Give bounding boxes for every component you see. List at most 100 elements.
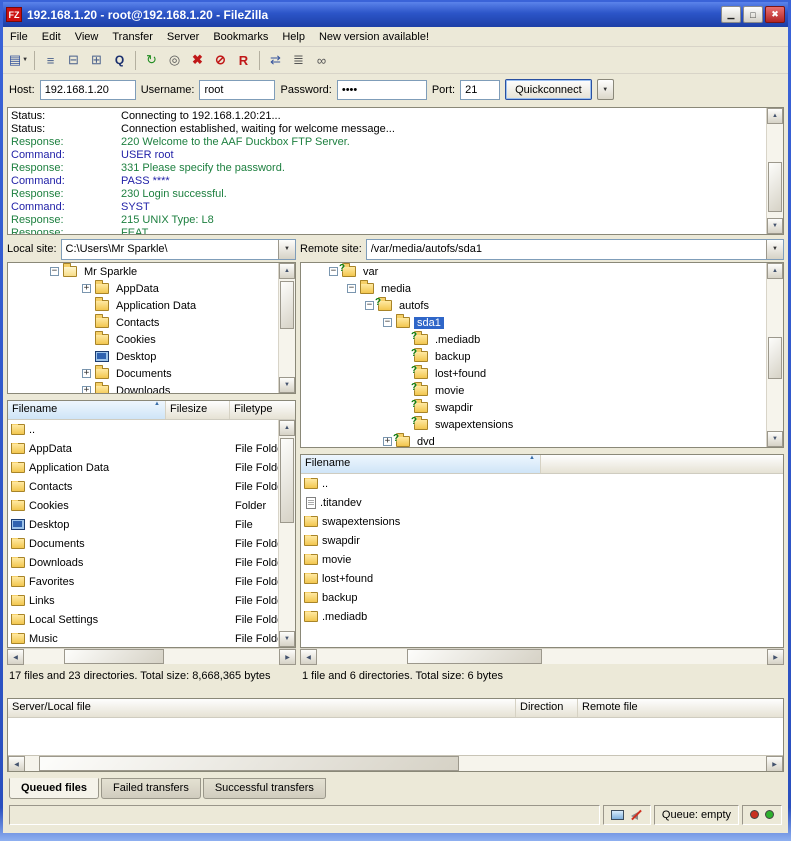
tree-item-desktop[interactable]: Desktop [8,348,295,365]
file-row[interactable]: .titandev [301,493,783,512]
file-row[interactable]: AppDataFile Folder [8,439,295,458]
scroll-up-icon[interactable] [767,263,783,279]
queue-body[interactable] [8,718,783,756]
file-row[interactable]: DesktopFile [8,515,295,534]
column-header-server-local-file[interactable]: Server/Local file [8,699,516,717]
scrollbar-thumb[interactable] [768,162,782,212]
menu-server[interactable]: Server [160,29,206,45]
column-header-filetype[interactable]: Filetype [230,401,296,419]
file-row[interactable]: Local SettingsFile Folder [8,610,295,629]
tree-item-lost-found[interactable]: lost+found [301,365,783,382]
tree-item-media[interactable]: media [301,280,783,297]
remote-treeview-toggle-button[interactable]: ⊞ [85,49,108,71]
maximize-button[interactable]: □ [743,6,763,23]
tree-item-documents[interactable]: Documents [8,365,295,382]
titlebar[interactable]: FZ 192.168.1.20 - root@192.168.1.20 - Fi… [3,2,788,27]
file-row[interactable]: swapdir [301,531,783,550]
scrollbar-thumb[interactable] [407,649,542,664]
file-row[interactable]: .. [301,474,783,493]
tree-item-autofs[interactable]: autofs [301,297,783,314]
quickconnect-dropdown-button[interactable] [597,79,614,100]
scrollbar-thumb[interactable] [39,756,459,771]
process-queue-button[interactable]: ◎ [163,49,186,71]
file-row[interactable]: swapextensions [301,512,783,531]
horizontal-scrollbar[interactable] [7,648,296,664]
file-row[interactable]: lost+found [301,569,783,588]
collapse-icon[interactable] [329,267,338,276]
scroll-right-icon[interactable] [279,649,296,665]
tree-item-mr-sparkle[interactable]: Mr Sparkle [8,263,295,280]
cancel-button[interactable]: ✖ [186,49,209,71]
column-header-filename[interactable]: Filename [8,401,166,419]
tab-queued-files[interactable]: Queued files [9,778,99,799]
scroll-up-icon[interactable] [279,420,295,436]
tab-failed-transfers[interactable]: Failed transfers [101,778,201,799]
transfer-queue-toggle-button[interactable]: Q [108,49,131,71]
column-header-remote-file[interactable]: Remote file [578,699,783,717]
scroll-left-icon[interactable] [8,756,25,772]
scrollbar-thumb[interactable] [280,438,294,523]
file-row[interactable]: ContactsFile Folder [8,477,295,496]
remote-site-input[interactable] [367,240,766,259]
transfer-queue[interactable]: Server/Local file Direction Remote file [7,698,784,772]
tree-item-var[interactable]: var [301,263,783,280]
file-row[interactable]: LinksFile Folder [8,591,295,610]
file-row[interactable]: .mediadb [301,607,783,626]
file-row[interactable]: .. [8,420,295,439]
message-log-toggle-button[interactable]: ≡ [39,49,62,71]
collapse-icon[interactable] [383,318,392,327]
vertical-scrollbar[interactable] [766,263,783,447]
tree-item-contacts[interactable]: Contacts [8,314,295,331]
scroll-down-icon[interactable] [767,218,783,234]
speaker-muted-icon[interactable] [630,809,643,820]
local-directory-tree[interactable]: Mr Sparkle AppData Application Data Cont… [7,262,296,394]
file-row[interactable]: DocumentsFile Folder [8,534,295,553]
file-row[interactable]: FavoritesFile Folder [8,572,295,591]
minimize-button[interactable]: ▁ [721,6,741,23]
expand-icon[interactable] [383,437,392,446]
scroll-down-icon[interactable] [279,377,295,393]
column-header-filename[interactable]: Filename [301,455,541,473]
find-files-button[interactable]: ∞ [310,49,333,71]
compare-directories-button[interactable]: ⇄ [264,49,287,71]
file-row[interactable]: movie [301,550,783,569]
message-log[interactable]: Status:Connecting to 192.168.1.20:21... … [7,107,784,235]
expand-icon[interactable] [82,369,91,378]
scroll-up-icon[interactable] [767,108,783,124]
combo-dropdown-icon[interactable] [278,240,295,259]
expand-icon[interactable] [82,386,91,394]
local-treeview-toggle-button[interactable]: ⊟ [62,49,85,71]
file-row[interactable]: Application DataFile Folder [8,458,295,477]
collapse-icon[interactable] [50,267,59,276]
menu-help[interactable]: Help [275,29,312,45]
tree-item-mediadb[interactable]: .mediadb [301,331,783,348]
combo-dropdown-icon[interactable] [766,240,783,259]
menu-new-version[interactable]: New version available! [312,29,436,45]
column-header-filesize[interactable]: Filesize [166,401,230,419]
scroll-right-icon[interactable] [766,756,783,772]
menu-file[interactable]: File [3,29,35,45]
column-header-direction[interactable]: Direction [516,699,578,717]
quickconnect-button[interactable]: Quickconnect [505,79,592,100]
password-input[interactable] [337,80,427,100]
scroll-up-icon[interactable] [279,263,295,279]
scroll-down-icon[interactable] [767,431,783,447]
scroll-left-icon[interactable] [300,649,317,665]
local-site-input[interactable] [62,240,278,259]
tree-item-swapdir[interactable]: swapdir [301,399,783,416]
tab-successful-transfers[interactable]: Successful transfers [203,778,326,799]
port-input[interactable] [460,80,500,100]
collapse-icon[interactable] [365,301,374,310]
vertical-scrollbar[interactable] [278,263,295,393]
tree-item-cookies[interactable]: Cookies [8,331,295,348]
file-row[interactable]: MusicFile Folder [8,629,295,648]
collapse-icon[interactable] [347,284,356,293]
remote-file-list[interactable]: Filename .. .titandev swapextensions swa… [300,454,784,648]
tree-item-swapextensions[interactable]: swapextensions [301,416,783,433]
local-site-combobox[interactable] [61,239,296,260]
tree-item-dvd[interactable]: dvd [301,433,783,448]
vertical-scrollbar[interactable] [278,420,295,647]
horizontal-scrollbar[interactable] [300,648,784,664]
scrollbar-thumb[interactable] [280,281,294,329]
local-file-list[interactable]: Filename Filesize Filetype .. AppDataFil… [7,400,296,648]
